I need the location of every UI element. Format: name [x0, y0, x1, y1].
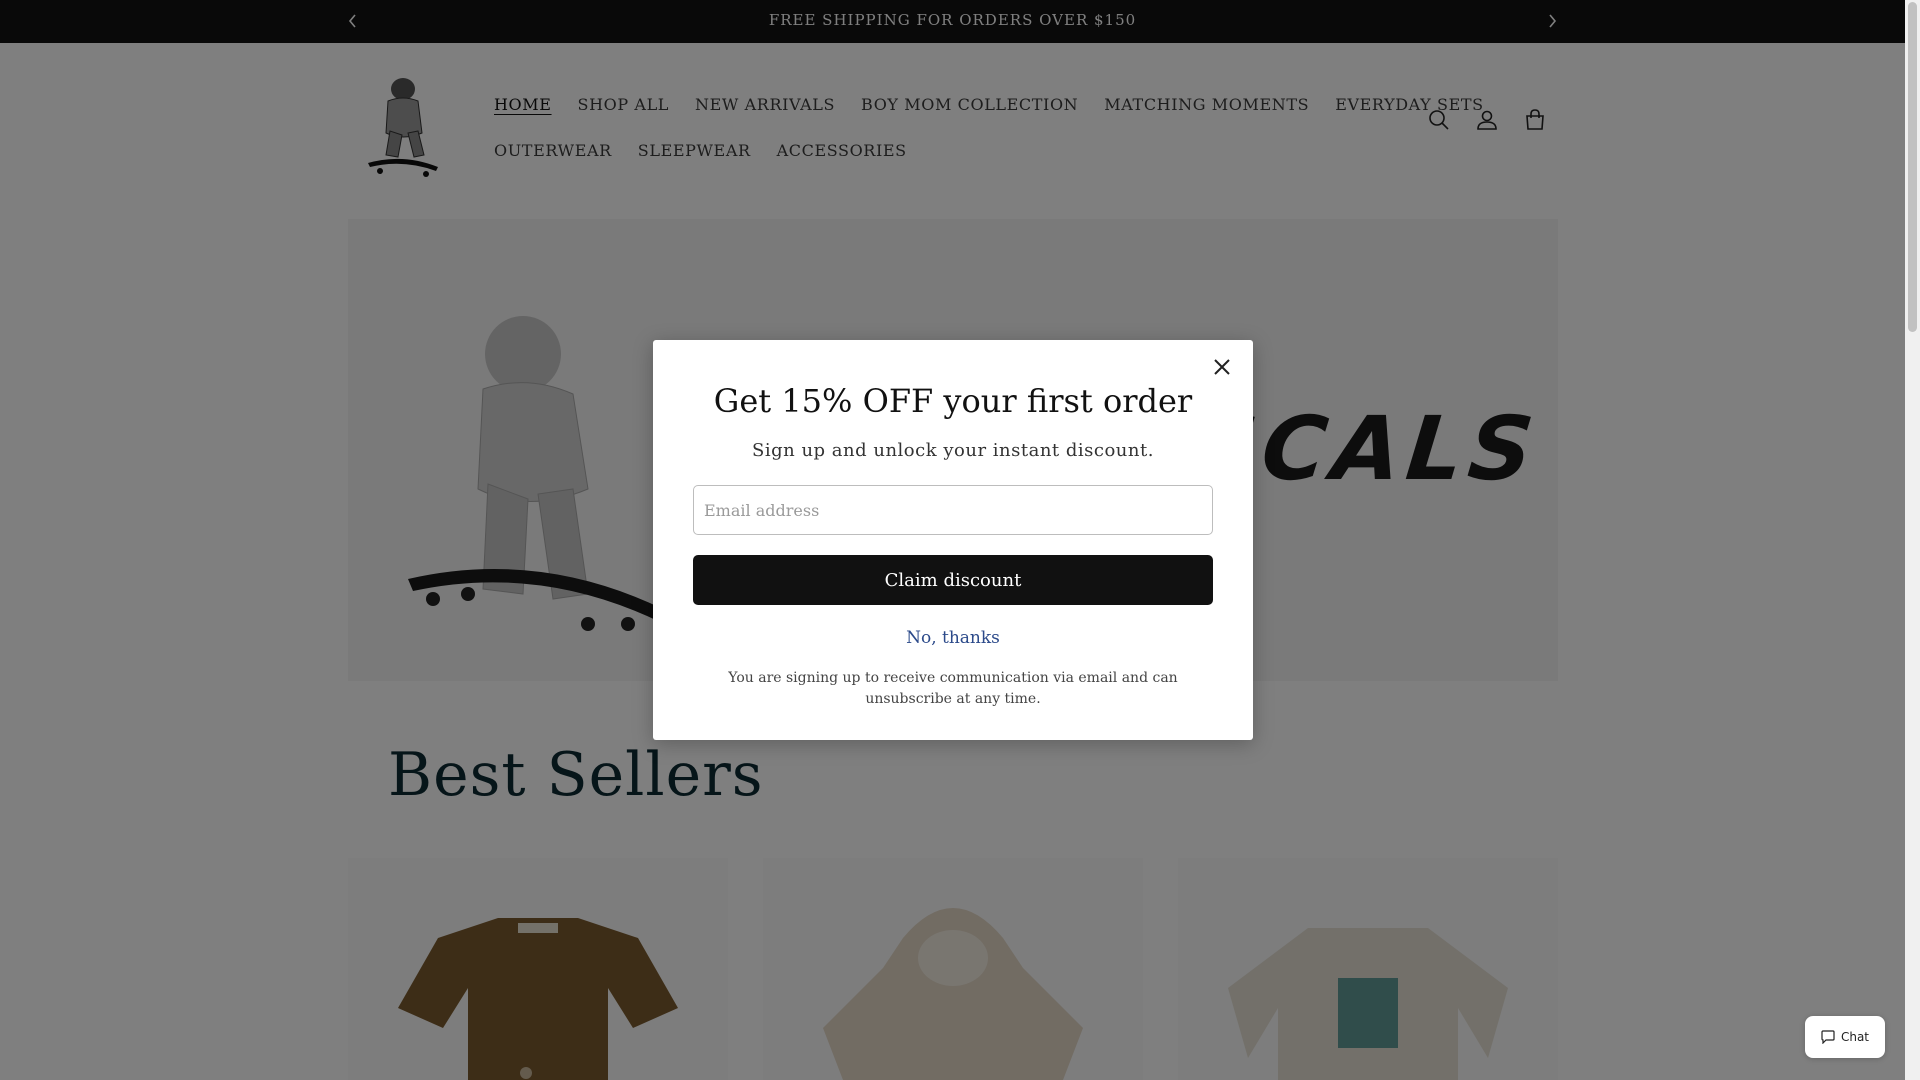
no-thanks-link[interactable]: No, thanks — [653, 628, 1253, 648]
email-field[interactable] — [693, 485, 1213, 535]
close-popup-button[interactable] — [1207, 352, 1237, 382]
chat-label: Chat — [1840, 1030, 1870, 1044]
popup-legal-text: You are signing up to receive communicat… — [728, 670, 1178, 707]
claim-discount-button[interactable]: Claim discount — [693, 555, 1213, 605]
chat-button[interactable]: Chat — [1805, 1016, 1885, 1058]
chat-bubble-icon — [1821, 1030, 1835, 1044]
popup-subtitle: Sign up and unlock your instant discount… — [752, 440, 1154, 461]
close-icon — [1214, 359, 1230, 375]
discount-popup: Get 15% OFF your first order Sign up and… — [653, 340, 1253, 740]
popup-title: Get 15% OFF your first order — [713, 382, 1193, 420]
page-scrollbar[interactable] — [1905, 0, 1920, 1080]
scrollbar-thumb[interactable] — [1908, 2, 1917, 332]
